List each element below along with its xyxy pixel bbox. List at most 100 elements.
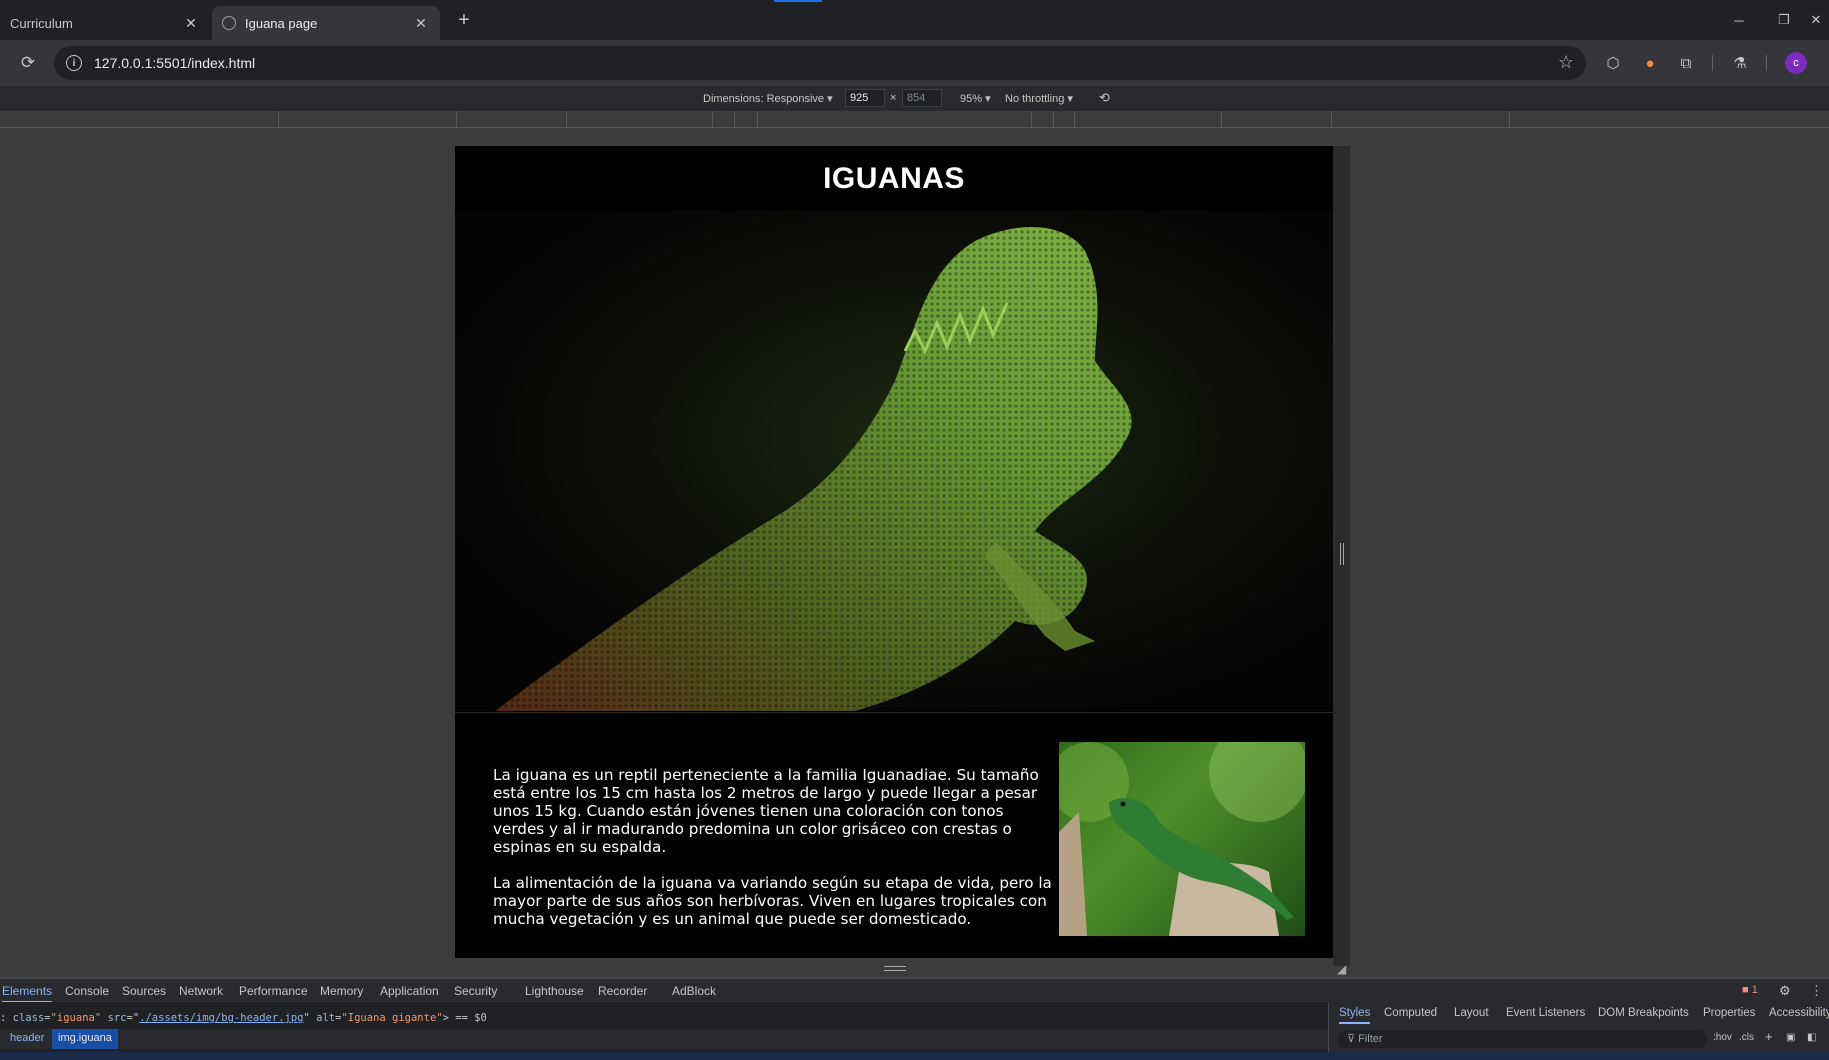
puzzle-extensions-icon[interactable]: ⧉ bbox=[1676, 53, 1696, 73]
breadcrumb-header[interactable]: header bbox=[4, 1029, 50, 1049]
tab-console[interactable]: Console bbox=[65, 984, 109, 998]
browser-toolbar: ⟳ i 127.0.0.1:5501/index.html ☆ ⬡ ● ⧉ ⚗ bbox=[0, 40, 1829, 86]
width-input[interactable]: 925 bbox=[845, 89, 885, 107]
iguana-page: IGUANAS La iguana es un reptil perteneci… bbox=[455, 146, 1333, 958]
ruler-mark bbox=[1031, 111, 1032, 128]
ruler-mark bbox=[456, 111, 457, 128]
error-count-badge[interactable]: ■ 1 bbox=[1742, 984, 1758, 996]
attr-src-name: src bbox=[107, 1012, 127, 1024]
add-rule-icon[interactable]: + bbox=[1765, 1029, 1773, 1044]
close-icon[interactable]: ✕ bbox=[412, 14, 430, 32]
tab-application[interactable]: Application bbox=[380, 984, 439, 998]
tab-styles[interactable]: Styles bbox=[1339, 1007, 1371, 1024]
site-info-icon[interactable]: i bbox=[66, 55, 82, 71]
minimize-button[interactable]: ─ bbox=[1727, 8, 1751, 32]
height-input[interactable]: 854 bbox=[902, 89, 942, 107]
address-bar[interactable]: i 127.0.0.1:5501/index.html ☆ bbox=[54, 46, 1586, 80]
tab-security[interactable]: Security bbox=[454, 984, 497, 998]
tab-lighthouse[interactable]: Lighthouse bbox=[525, 984, 584, 998]
tab-label: Iguana page bbox=[245, 15, 318, 31]
reload-icon[interactable]: ⟳ bbox=[16, 51, 40, 75]
restore-button[interactable]: ❐ bbox=[1772, 8, 1796, 32]
resize-handle-corner-icon[interactable]: ◢ bbox=[1337, 962, 1346, 976]
globe-icon bbox=[222, 16, 236, 30]
url-text[interactable]: 127.0.0.1:5501/index.html bbox=[94, 55, 255, 71]
tab-dom-breakpoints[interactable]: DOM Breakpoints bbox=[1598, 1007, 1689, 1019]
devtools-tab-bar: Elements Console Sources Network Perform… bbox=[0, 978, 1829, 1003]
ruler-mark bbox=[1221, 111, 1222, 128]
tab-computed[interactable]: Computed bbox=[1384, 1007, 1437, 1019]
resize-handle-right[interactable] bbox=[1340, 543, 1344, 565]
code-prefix: : bbox=[0, 1012, 13, 1024]
ruler-mark bbox=[757, 111, 758, 128]
profile-avatar[interactable]: c bbox=[1785, 52, 1807, 74]
ruler-mark bbox=[1074, 111, 1075, 128]
styles-filter-input[interactable]: ⊽ Filter bbox=[1337, 1030, 1707, 1048]
tab-network[interactable]: Network bbox=[179, 984, 223, 998]
fox-extension-icon[interactable]: ● bbox=[1640, 53, 1660, 73]
tab-event-listeners[interactable]: Event Listeners bbox=[1506, 1007, 1585, 1019]
attr-class-name: class bbox=[12, 1012, 45, 1024]
tab-layout[interactable]: Layout bbox=[1454, 1007, 1489, 1019]
paragraph-intro: La iguana es un reptil perteneciente a l… bbox=[493, 766, 1039, 856]
page-header: IGUANAS bbox=[455, 146, 1333, 211]
close-icon[interactable]: ✕ bbox=[182, 14, 200, 32]
attr-src-link[interactable]: ./assets/img/bg-header.jpg bbox=[139, 1012, 303, 1024]
os-taskbar bbox=[0, 1052, 1829, 1060]
throttling-dropdown[interactable]: No throttling ▾ bbox=[1005, 92, 1073, 105]
tab-strip: Curriculum ✕ Iguana page ✕ + ─ ❐ ✕ bbox=[0, 0, 1829, 40]
filter-icon: ⊽ bbox=[1347, 1033, 1356, 1045]
tab-performance[interactable]: Performance bbox=[239, 984, 308, 998]
tab-accessibility[interactable]: Accessibility bbox=[1769, 1007, 1829, 1019]
breadcrumb-img-iguana[interactable]: img.iguana bbox=[52, 1029, 118, 1049]
tab-recorder[interactable]: Recorder bbox=[598, 984, 647, 998]
code-suffix: > == $0 bbox=[442, 1012, 487, 1024]
hov-toggle[interactable]: :hov bbox=[1713, 1032, 1732, 1043]
ruler-mark bbox=[1053, 111, 1054, 128]
ruler-mark bbox=[1509, 111, 1510, 128]
new-tab-button[interactable]: + bbox=[452, 8, 476, 32]
flask-labs-icon[interactable]: ⚗ bbox=[1730, 53, 1750, 73]
times-icon: × bbox=[890, 92, 897, 104]
tab-memory[interactable]: Memory bbox=[320, 984, 363, 998]
tab-properties[interactable]: Properties bbox=[1703, 1007, 1755, 1019]
tab-curriculum[interactable]: Curriculum ✕ bbox=[0, 6, 210, 40]
resize-handle-bottom[interactable] bbox=[884, 966, 906, 971]
selected-node-line[interactable]: : class="iguana" src="./assets/img/bg-he… bbox=[0, 1012, 487, 1024]
ruler-mark bbox=[734, 111, 735, 128]
tab-label: Curriculum bbox=[10, 15, 73, 31]
paragraph-diet: La alimentación de la iguana va variando… bbox=[493, 874, 1052, 928]
device-toolbar: Dimensions: Responsive ▾ 925 × 854 95% ▾… bbox=[0, 86, 1829, 111]
ruler-mark bbox=[566, 111, 567, 128]
paint-brush-icon[interactable]: ▣ bbox=[1786, 1032, 1795, 1043]
cls-toggle[interactable]: .cls bbox=[1739, 1032, 1754, 1043]
hero-divider bbox=[455, 712, 1333, 713]
filter-placeholder: Filter bbox=[1358, 1033, 1383, 1045]
window-close-button[interactable]: ✕ bbox=[1806, 8, 1826, 32]
toggle-sidebar-icon[interactable]: ◧ bbox=[1807, 1032, 1816, 1043]
more-options-icon[interactable]: ⋮ bbox=[1810, 983, 1823, 999]
tab-iguana-page[interactable]: Iguana page ✕ bbox=[212, 6, 440, 40]
iguana-photo-illustration bbox=[1059, 742, 1305, 936]
iguana-hero-illustration bbox=[495, 227, 1132, 711]
toolbar-separator bbox=[1766, 55, 1767, 71]
settings-gear-icon[interactable]: ⚙ bbox=[1779, 983, 1791, 999]
toolbar-separator bbox=[1712, 55, 1713, 71]
tab-strip-accent bbox=[774, 0, 822, 2]
attr-class-value: "iguana" bbox=[50, 1012, 102, 1024]
dimensions-dropdown[interactable]: Dimensions: Responsive ▾ bbox=[703, 92, 833, 105]
bookmark-star-icon[interactable]: ☆ bbox=[1558, 52, 1574, 73]
iguana-description: La iguana es un reptil perteneciente a l… bbox=[493, 766, 1053, 946]
iguana-hero-image bbox=[455, 211, 1333, 711]
zoom-dropdown[interactable]: 95% ▾ bbox=[960, 92, 991, 105]
tab-sources[interactable]: Sources bbox=[122, 984, 166, 998]
iguana-photo bbox=[1059, 742, 1305, 936]
attr-alt-name: alt bbox=[316, 1012, 336, 1024]
tab-adblock[interactable]: AdBlock bbox=[672, 984, 716, 998]
media-query-ruler[interactable] bbox=[0, 111, 1829, 128]
ruler-mark bbox=[712, 111, 713, 128]
cube-extension-icon[interactable]: ⬡ bbox=[1603, 53, 1623, 73]
rotate-icon[interactable]: ⟲ bbox=[1099, 90, 1110, 106]
tab-elements[interactable]: Elements bbox=[2, 984, 53, 1003]
ruler-mark bbox=[1331, 111, 1332, 128]
